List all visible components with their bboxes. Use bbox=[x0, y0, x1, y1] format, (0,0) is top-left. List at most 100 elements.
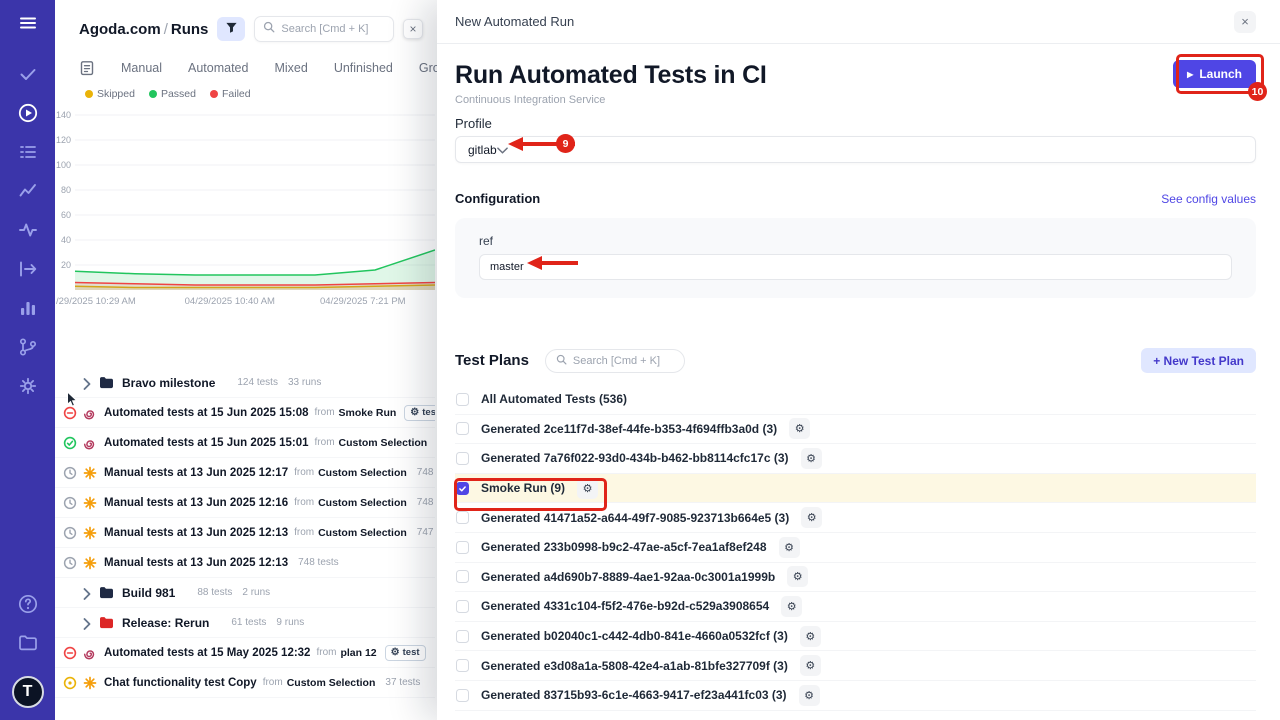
tab-mixed[interactable]: Mixed bbox=[274, 61, 307, 75]
folder-row[interactable]: Release: Rerun61 tests9 runs bbox=[55, 608, 435, 638]
status-pending-icon bbox=[63, 466, 77, 480]
test-plan-checkbox[interactable] bbox=[456, 482, 469, 495]
test-plan-checkbox[interactable] bbox=[456, 541, 469, 554]
test-plan-checkbox[interactable] bbox=[456, 570, 469, 583]
configuration-label: Configuration bbox=[455, 191, 540, 206]
run-row[interactable]: Manual tests at 13 Jun 2025 12:13fromCus… bbox=[55, 518, 435, 548]
see-config-values-link[interactable]: See config values bbox=[1161, 192, 1256, 206]
docs-folder-icon[interactable] bbox=[17, 632, 39, 654]
test-plans-search-input[interactable] bbox=[573, 355, 674, 367]
activity-pulse-icon[interactable] bbox=[17, 219, 39, 241]
plan-settings-gear-button[interactable]: ⚙ bbox=[801, 507, 822, 528]
ref-input[interactable] bbox=[479, 254, 1232, 280]
runs-list: Bravo milestone124 tests33 runsAutomated… bbox=[55, 368, 435, 698]
test-plan-checkbox[interactable] bbox=[456, 600, 469, 613]
git-branch-icon[interactable] bbox=[17, 336, 39, 358]
test-plans-search[interactable] bbox=[545, 349, 685, 373]
menu-icon[interactable] bbox=[17, 12, 39, 34]
plan-settings-gear-button[interactable]: ⚙ bbox=[799, 685, 820, 706]
test-plan-checkbox[interactable] bbox=[456, 393, 469, 406]
panel-close-button[interactable]: × bbox=[403, 19, 423, 39]
run-source: Custom Selection bbox=[318, 467, 407, 479]
runs-play-icon[interactable] bbox=[17, 102, 39, 124]
test-plan-checkbox[interactable] bbox=[456, 452, 469, 465]
test-plan-row[interactable]: Generated 2ce11f7d-38ef-44fe-b353-4f694f… bbox=[455, 415, 1256, 445]
drawer-close-button[interactable]: × bbox=[1234, 11, 1256, 33]
breadcrumb-project[interactable]: Agoda.com bbox=[79, 21, 161, 38]
run-row[interactable]: Chat functionality test CopyfromCustom S… bbox=[55, 668, 435, 698]
run-row[interactable]: Automated tests at 15 May 2025 12:32from… bbox=[55, 638, 435, 668]
plan-settings-gear-button[interactable]: ⚙ bbox=[577, 478, 598, 499]
chevron-right-icon[interactable] bbox=[83, 617, 91, 629]
test-plan-row[interactable]: Smoke Run (9)⚙ bbox=[455, 474, 1256, 504]
legend-dot bbox=[85, 90, 93, 98]
settings-gear-icon[interactable] bbox=[17, 375, 39, 397]
svg-text:120: 120 bbox=[56, 135, 71, 145]
test-plan-row[interactable]: Generated 41471a52-a644-49f7-9085-923713… bbox=[455, 503, 1256, 533]
test-plan-row[interactable]: Generated 83715b93-6c1e-4663-9417-ef23a4… bbox=[455, 681, 1256, 711]
gear-icon: ⚙ bbox=[410, 407, 419, 418]
run-row[interactable]: Manual tests at 13 Jun 2025 12:16fromCus… bbox=[55, 488, 435, 518]
test-plan-row[interactable]: Generated 4331c104-f5f2-476e-b92d-c529a3… bbox=[455, 592, 1256, 622]
manual-run-icon bbox=[83, 466, 97, 480]
run-row[interactable]: Manual tests at 13 Jun 2025 12:17fromCus… bbox=[55, 458, 435, 488]
test-plan-row[interactable]: Generated e3d08a1a-5808-42e4-a1ab-81bfe3… bbox=[455, 651, 1256, 681]
manual-run-icon bbox=[83, 526, 97, 540]
plan-settings-gear-button[interactable]: ⚙ bbox=[789, 418, 810, 439]
test-badge[interactable]: ⚙test bbox=[404, 405, 435, 421]
help-circle-icon[interactable] bbox=[17, 593, 39, 615]
tab-unfinished[interactable]: Unfinished bbox=[334, 61, 393, 75]
plan-settings-gear-button[interactable]: ⚙ bbox=[779, 537, 800, 558]
run-from-label: from bbox=[294, 497, 314, 508]
app-logo[interactable]: T bbox=[12, 676, 44, 708]
folder-row[interactable]: Bravo milestone124 tests33 runs bbox=[55, 368, 435, 398]
launch-button-label: Launch bbox=[1199, 67, 1242, 81]
report-clipboard-icon[interactable] bbox=[79, 60, 95, 76]
run-row[interactable]: Manual tests at 13 Jun 2025 12:13748 tes… bbox=[55, 548, 435, 578]
launch-button[interactable]: ▶ Launch bbox=[1173, 60, 1256, 88]
test-plan-checkbox[interactable] bbox=[456, 422, 469, 435]
test-plan-checkbox[interactable] bbox=[456, 630, 469, 643]
chevron-right-icon[interactable] bbox=[83, 587, 91, 599]
test-plan-row[interactable]: Generated 233b0998-b9c2-47ae-a5cf-7ea1af… bbox=[455, 533, 1256, 563]
test-plan-checkbox[interactable] bbox=[456, 689, 469, 702]
app-root: T Agoda.com/Runs × Manual Automated Mixed U… bbox=[0, 0, 1280, 720]
legend-failed[interactable]: Failed bbox=[210, 88, 251, 100]
chevron-right-icon[interactable] bbox=[83, 377, 91, 389]
run-row[interactable]: Automated tests at 15 Jun 2025 15:01from… bbox=[55, 428, 435, 458]
breadcrumb[interactable]: Agoda.com/Runs bbox=[79, 21, 208, 38]
test-plan-row[interactable]: Generated a4d690b7-8889-4ae1-92aa-0c3001… bbox=[455, 563, 1256, 593]
legend-skipped[interactable]: Skipped bbox=[85, 88, 135, 100]
analytics-trend-icon[interactable] bbox=[17, 180, 39, 202]
plan-settings-gear-button[interactable]: ⚙ bbox=[801, 448, 822, 469]
test-plan-row[interactable]: All Automated Tests (536) bbox=[455, 385, 1256, 415]
svg-text:140: 140 bbox=[56, 110, 71, 120]
legend-passed[interactable]: Passed bbox=[149, 88, 196, 100]
run-row[interactable]: Automated tests at 15 Jun 2025 15:08from… bbox=[55, 398, 435, 428]
breadcrumb-separator: / bbox=[161, 21, 171, 38]
runs-search-input[interactable] bbox=[281, 23, 385, 35]
plan-settings-gear-button[interactable]: ⚙ bbox=[800, 655, 821, 676]
tab-automated[interactable]: Automated bbox=[188, 61, 248, 75]
test-plan-label: Generated 4331c104-f5f2-476e-b92d-c529a3… bbox=[481, 599, 769, 613]
reports-chart-icon[interactable] bbox=[17, 297, 39, 319]
tests-check-icon[interactable] bbox=[17, 63, 39, 85]
folder-row[interactable]: Build 98188 tests2 runs bbox=[55, 578, 435, 608]
runs-search[interactable] bbox=[254, 16, 394, 42]
test-badge[interactable]: ⚙test bbox=[385, 645, 426, 661]
test-plans-list-icon[interactable] bbox=[17, 141, 39, 163]
test-plan-checkbox[interactable] bbox=[456, 659, 469, 672]
tab-manual[interactable]: Manual bbox=[121, 61, 162, 75]
folder-icon bbox=[99, 616, 114, 629]
test-plan-row[interactable]: Generated b02040c1-c442-4db0-841e-4660a0… bbox=[455, 622, 1256, 652]
plan-settings-gear-button[interactable]: ⚙ bbox=[800, 626, 821, 647]
plan-settings-gear-button[interactable]: ⚙ bbox=[781, 596, 802, 617]
plan-settings-gear-button[interactable]: ⚙ bbox=[787, 566, 808, 587]
import-export-icon[interactable] bbox=[17, 258, 39, 280]
filter-button[interactable] bbox=[217, 17, 245, 41]
test-plan-checkbox[interactable] bbox=[456, 511, 469, 524]
legend-label: Failed bbox=[222, 88, 251, 100]
status-failed-icon bbox=[63, 406, 77, 420]
test-plan-row[interactable]: Generated 7a76f022-93d0-434b-b462-bb8114… bbox=[455, 444, 1256, 474]
new-test-plan-button[interactable]: + New Test Plan bbox=[1141, 348, 1256, 373]
